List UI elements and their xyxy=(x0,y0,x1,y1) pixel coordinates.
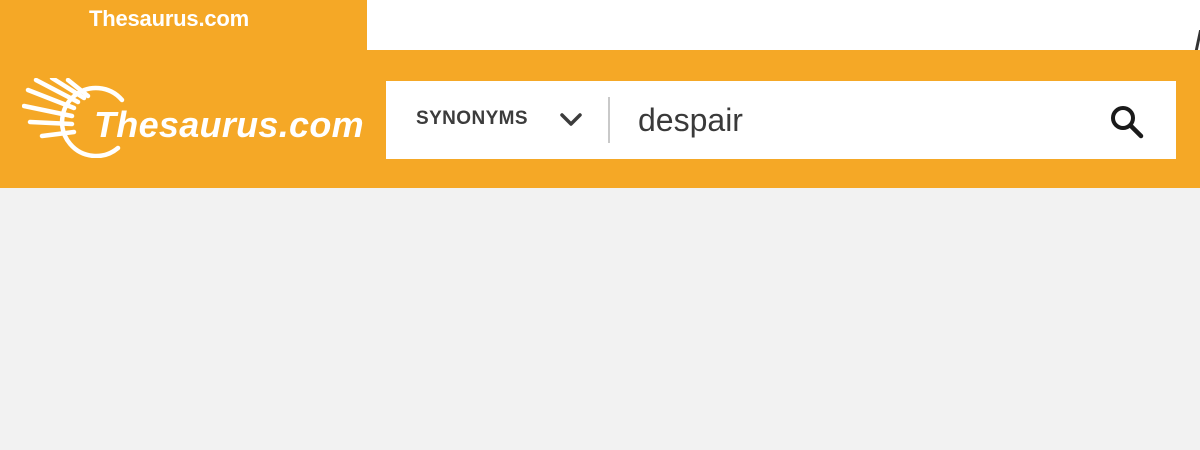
site-logo[interactable]: Thesaurus.com xyxy=(22,78,364,158)
search-bar: SYNONYMS xyxy=(386,81,1176,159)
search-button[interactable] xyxy=(1096,95,1156,145)
search-icon xyxy=(1111,106,1144,139)
search-input[interactable] xyxy=(638,97,1078,143)
browser-tab-title: Thesaurus.com xyxy=(89,6,250,31)
browser-tab-bar: Thesaurus.com xyxy=(0,0,1200,52)
browser-tab-thesaurus[interactable]: Thesaurus.com xyxy=(0,0,367,52)
search-type-dropdown[interactable]: SYNONYMS xyxy=(386,81,608,159)
main-content-area xyxy=(0,188,1200,450)
logo-wordmark: Thesaurus.com xyxy=(94,104,364,145)
browser-tab-strip-empty xyxy=(367,0,1200,50)
search-divider xyxy=(608,97,610,143)
chevron-down-icon xyxy=(560,113,582,126)
search-type-label: SYNONYMS xyxy=(416,108,528,129)
site-header: Thesaurus.com SYNONYMS xyxy=(0,50,1200,188)
